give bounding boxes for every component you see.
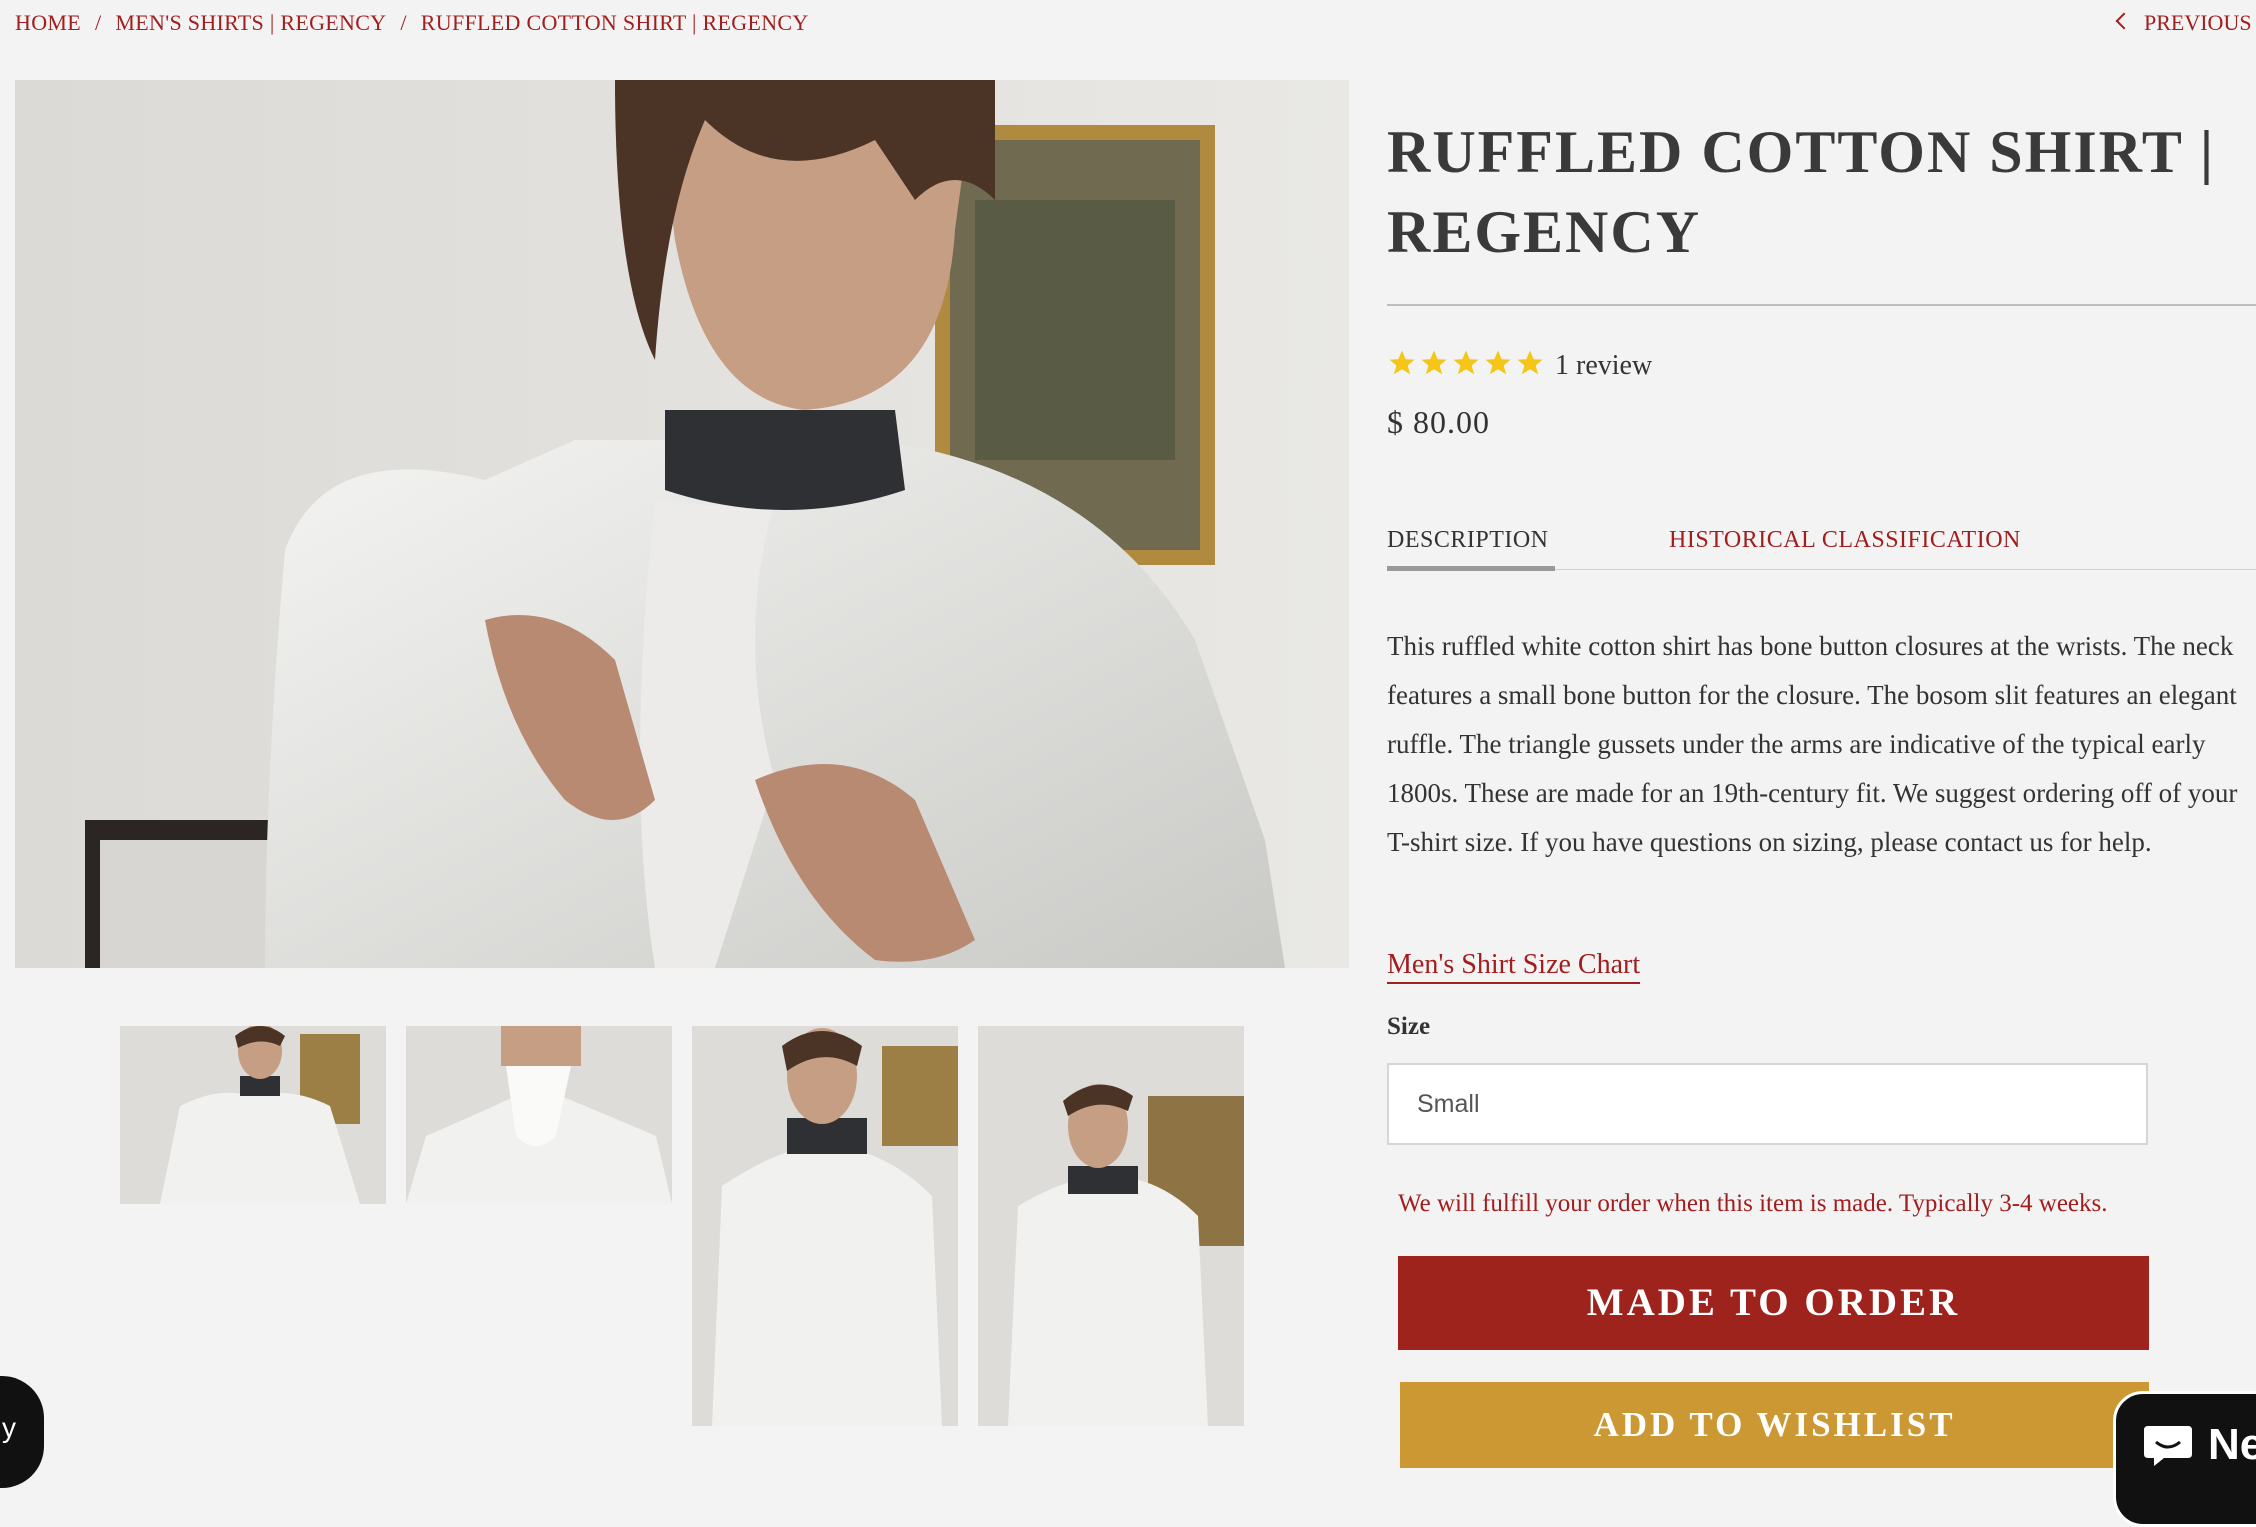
chevron-left-icon [2115, 12, 2133, 30]
active-tab-indicator [1387, 566, 1555, 571]
tab-description[interactable]: DESCRIPTION [1387, 527, 1549, 554]
chat-label: Ne [2208, 1420, 2256, 1469]
previous-product-link[interactable]: PREVIOUS [2115, 10, 2252, 36]
made-to-order-button[interactable]: MADE TO ORDER [1398, 1256, 2149, 1350]
product-photo [15, 80, 1349, 968]
breadcrumb-separator: / [400, 10, 407, 35]
chat-widget[interactable]: Ne [2113, 1391, 2256, 1527]
product-price: $ 80.00 [1387, 404, 1490, 440]
star-icon [1517, 350, 1543, 375]
star-icon [1485, 350, 1511, 375]
main-product-image[interactable] [15, 80, 1349, 968]
product-description: This ruffled white cotton shirt has bone… [1387, 631, 2238, 857]
thumbnail-2[interactable] [406, 1026, 672, 1204]
size-chart-link[interactable]: Men's Shirt Size Chart [1387, 948, 1641, 984]
star-icon [1453, 350, 1479, 375]
breadcrumb-category[interactable]: MEN'S SHIRTS | REGENCY [115, 10, 386, 35]
title-divider [1387, 304, 2256, 306]
previous-label: PREVIOUS [2144, 10, 2252, 35]
breadcrumb-home[interactable]: HOME [15, 10, 81, 35]
floating-widget-left[interactable]: y [0, 1376, 44, 1488]
chat-bubble-icon [2144, 1426, 2192, 1466]
star-rating[interactable] [1387, 348, 1545, 378]
product-title-line1: RUFFLED COTTON SHIRT | [1387, 119, 2216, 185]
review-count-link[interactable]: 1 review [1555, 350, 1652, 382]
product-title: RUFFLED COTTON SHIRT | REGENCY [1387, 112, 2247, 272]
breadcrumb: HOME / MEN'S SHIRTS | REGENCY / RUFFLED COTT… [15, 10, 809, 36]
thumbnail-3[interactable] [692, 1026, 958, 1426]
thumbnail-photo [406, 1026, 672, 1204]
size-label: Size [1387, 1013, 1431, 1040]
thumbnail-4[interactable] [978, 1026, 1244, 1426]
size-select[interactable]: Small [1387, 1063, 2148, 1145]
add-to-wishlist-button[interactable]: ADD TO WISHLIST [1400, 1382, 2149, 1468]
star-icon [1421, 350, 1447, 375]
fulfillment-note: We will fulfill your order when this ite… [1398, 1190, 2108, 1217]
breadcrumb-current[interactable]: RUFFLED COTTON SHIRT | REGENCY [421, 10, 809, 35]
thumbnail-1[interactable] [120, 1026, 386, 1204]
tab-historical-classification[interactable]: HISTORICAL CLASSIFICATION [1669, 527, 2021, 554]
star-icon [1389, 350, 1415, 375]
thumbnail-photo [978, 1026, 1244, 1426]
breadcrumb-separator: / [94, 10, 102, 35]
thumbnail-photo [120, 1026, 386, 1204]
floating-widget-label: y [2, 1412, 16, 1443]
thumbnail-photo [692, 1026, 958, 1426]
product-title-line2: REGENCY [1387, 199, 1702, 265]
